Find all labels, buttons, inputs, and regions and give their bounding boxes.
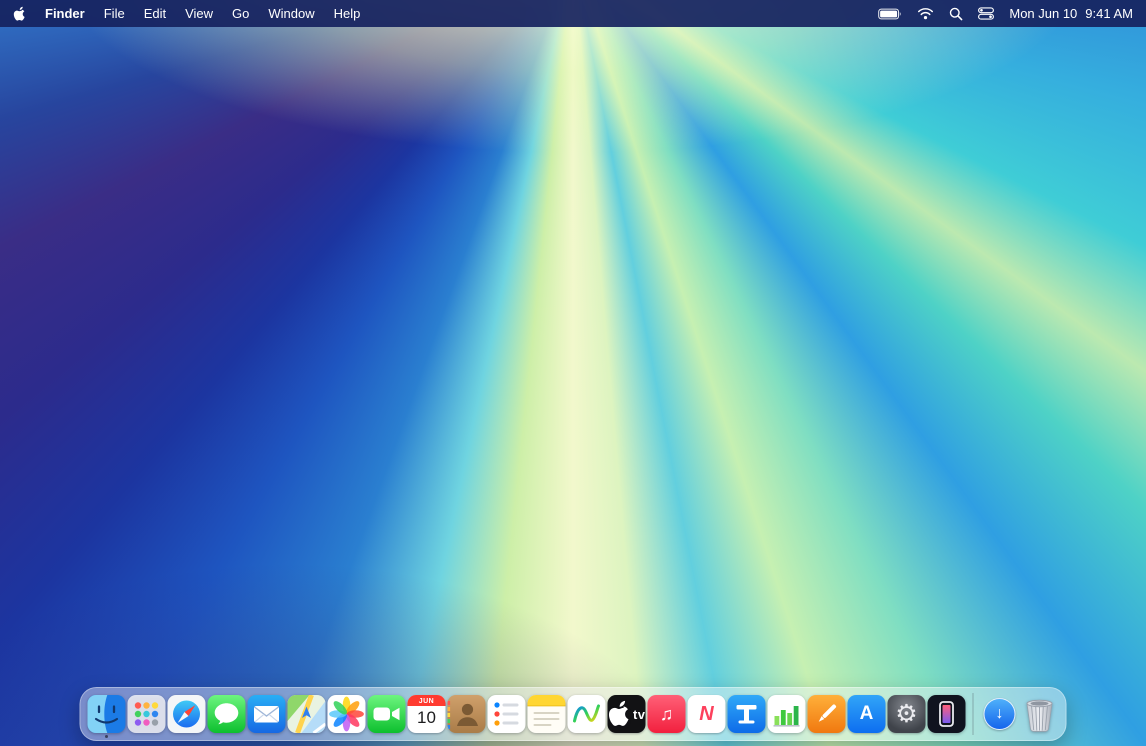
- menu-bar-status: Mon Jun 10 9:41 AM: [878, 6, 1133, 21]
- dock-item-pages[interactable]: [808, 695, 846, 733]
- news-icon: N: [688, 695, 726, 733]
- dock-item-contacts[interactable]: [448, 695, 486, 733]
- dock-item-tv[interactable]: tv: [608, 695, 646, 733]
- spotlight-icon[interactable]: [949, 7, 963, 21]
- calendar-icon: JUN 10: [408, 695, 446, 733]
- pages-icon: [808, 695, 846, 733]
- menu-bar: Finder File Edit View Go Window Help: [0, 0, 1146, 27]
- tv-icon: tv: [608, 695, 646, 733]
- dock-item-launchpad[interactable]: [128, 695, 166, 733]
- dock-item-notes[interactable]: [528, 695, 566, 733]
- dock-item-photos[interactable]: [328, 695, 366, 733]
- desktop-wallpaper: [0, 0, 1146, 746]
- dock-item-news[interactable]: N: [688, 695, 726, 733]
- freeform-icon: [568, 695, 606, 733]
- downloads-circle: ↓: [984, 698, 1016, 730]
- launchpad-icon: [128, 695, 166, 733]
- apple-icon: [13, 6, 26, 22]
- menu-bar-clock[interactable]: Mon Jun 10 9:41 AM: [1009, 6, 1133, 21]
- news-glyph-text: N: [699, 703, 713, 726]
- download-arrow-glyph: ↓: [996, 706, 1004, 722]
- trash-icon: [1021, 695, 1059, 733]
- wifi-icon[interactable]: [917, 7, 934, 20]
- dock-item-app-store[interactable]: A: [848, 695, 886, 733]
- dock-item-calendar[interactable]: JUN 10: [408, 695, 446, 733]
- dock-item-facetime[interactable]: [368, 695, 406, 733]
- mail-icon: [248, 695, 286, 733]
- menu-file[interactable]: File: [104, 6, 125, 21]
- dock-item-numbers[interactable]: [768, 695, 806, 733]
- menu-items: Finder File Edit View Go Window Help: [45, 6, 360, 21]
- apple-logo-icon: [608, 695, 631, 733]
- tv-glyph-text: tv: [633, 707, 646, 722]
- menu-window[interactable]: Window: [268, 6, 314, 21]
- dock-item-mail[interactable]: [248, 695, 286, 733]
- control-center-icon[interactable]: [978, 7, 994, 20]
- calendar-month-text: JUN: [408, 695, 446, 706]
- facetime-icon: [368, 695, 406, 733]
- menu-view[interactable]: View: [185, 6, 213, 21]
- downloads-icon: ↓: [981, 695, 1019, 733]
- music-icon: ♫: [648, 695, 686, 733]
- apple-menu[interactable]: [13, 6, 26, 22]
- photos-icon: [328, 695, 366, 733]
- app-store-glyph-text: A: [860, 703, 874, 725]
- menu-go[interactable]: Go: [232, 6, 249, 21]
- finder-icon: [88, 695, 126, 733]
- dock-item-finder[interactable]: [88, 695, 126, 733]
- notes-icon: [528, 695, 566, 733]
- dock-item-reminders[interactable]: [488, 695, 526, 733]
- dock-item-messages[interactable]: [208, 695, 246, 733]
- dock: JUN 10: [80, 687, 1067, 741]
- menu-finder[interactable]: Finder: [45, 6, 85, 21]
- gear-icon: ⚙: [895, 695, 917, 733]
- calendar-day-text: 10: [417, 706, 436, 730]
- numbers-icon: [768, 695, 806, 733]
- desktop: Finder File Edit View Go Window Help: [0, 0, 1146, 746]
- dock-item-system-settings[interactable]: ⚙: [888, 695, 926, 733]
- time-text: 9:41 AM: [1085, 6, 1133, 21]
- dock-item-iphone-mirroring[interactable]: [928, 695, 966, 733]
- dock-item-trash[interactable]: [1021, 695, 1059, 733]
- app-store-icon: A: [848, 695, 886, 733]
- system-settings-icon: ⚙: [888, 695, 926, 733]
- contacts-icon: [448, 695, 486, 733]
- running-indicator: [105, 735, 108, 738]
- dock-item-music[interactable]: ♫: [648, 695, 686, 733]
- iphone-mirroring-icon: [928, 695, 966, 733]
- music-note-glyph: ♫: [660, 704, 674, 725]
- dock-item-safari[interactable]: [168, 695, 206, 733]
- date-text: Mon Jun 10: [1009, 6, 1077, 21]
- dock-item-downloads[interactable]: ↓: [981, 695, 1019, 733]
- safari-icon: [168, 695, 206, 733]
- dock-separator: [973, 693, 974, 735]
- dock-item-keynote[interactable]: [728, 695, 766, 733]
- dock-item-freeform[interactable]: [568, 695, 606, 733]
- keynote-icon: [728, 695, 766, 733]
- messages-icon: [208, 695, 246, 733]
- menu-help[interactable]: Help: [334, 6, 361, 21]
- menu-edit[interactable]: Edit: [144, 6, 166, 21]
- maps-icon: [288, 695, 326, 733]
- battery-icon[interactable]: [878, 8, 902, 20]
- dock-item-maps[interactable]: [288, 695, 326, 733]
- reminders-icon: [488, 695, 526, 733]
